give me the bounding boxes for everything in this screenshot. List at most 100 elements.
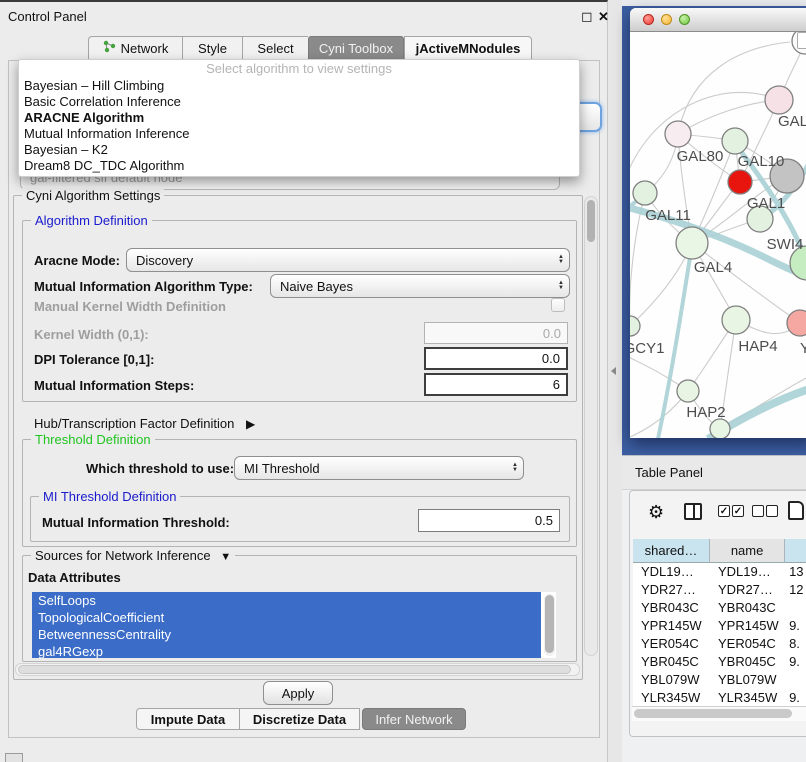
which-threshold-combo[interactable]: MI Threshold ▲▼	[234, 456, 524, 480]
sources-group-title[interactable]: Sources for Network Inference ▼	[31, 548, 235, 563]
list-vertical-scrollbar[interactable]	[544, 594, 555, 656]
table-row[interactable]: YDR27… YDR27… 12	[633, 581, 806, 599]
divider-collapse-icon[interactable]	[611, 367, 616, 375]
mi-type-value: Naive Bayes	[280, 279, 554, 294]
close-window-icon[interactable]	[643, 14, 654, 25]
settings-gear-icon[interactable]: ⚙	[648, 502, 664, 523]
network-node[interactable]	[728, 170, 752, 194]
algorithm-option-selected[interactable]: ARACNE Algorithm	[19, 110, 579, 126]
column-header-partial[interactable]	[785, 539, 806, 563]
tab-cyni-toolbox[interactable]: Cyni Toolbox	[308, 36, 404, 60]
mi-threshold-definition-title: MI Threshold Definition	[39, 489, 180, 504]
tab-impute-data[interactable]: Impute Data	[136, 708, 240, 730]
expand-right-icon: ▶	[246, 417, 255, 431]
table-row[interactable]: YBR043C YBR043C	[633, 599, 806, 617]
column-header-name[interactable]: name	[710, 539, 785, 563]
tab-discretize-data[interactable]: Discretize Data	[240, 708, 360, 730]
column-header-shared-name[interactable]: shared…	[633, 539, 710, 563]
network-node[interactable]	[676, 227, 708, 259]
mi-type-combo[interactable]: Naive Bayes ▲▼	[270, 274, 570, 298]
tab-infer-network[interactable]: Infer Network	[362, 708, 466, 730]
panel-title: Control Panel	[8, 9, 87, 24]
algorithm-option[interactable]: Mutual Information Inference	[19, 126, 579, 142]
minimize-window-icon[interactable]	[661, 14, 672, 25]
table-row[interactable]: YBL079W YBL079W	[633, 671, 806, 689]
table-toolbar: ⚙ ✓ ✓	[630, 491, 806, 537]
table-row[interactable]: YBR045C YBR045C 9.	[633, 653, 806, 671]
mi-threshold-field[interactable]: 0.5	[418, 509, 560, 532]
control-panel-tabbar: Network Style Select Cyni Toolbox jActiv…	[0, 36, 608, 60]
column-layout-icon[interactable]	[684, 503, 702, 520]
apply-button[interactable]: Apply	[263, 681, 333, 705]
settings-horizontal-scrollbar[interactable]	[15, 663, 580, 676]
table-horizontal-scrollbar[interactable]	[632, 706, 806, 721]
list-item[interactable]: TopologicalCoefficient	[32, 609, 541, 626]
dpi-tolerance-value: 0.0	[542, 351, 560, 366]
table-row[interactable]: YDL19… YDL19… 13	[633, 563, 806, 581]
network-node[interactable]	[722, 306, 750, 334]
node-label: GAL4	[694, 259, 732, 276]
table-row[interactable]: YER054C YER054C 8.	[633, 635, 806, 653]
new-table-icon[interactable]	[788, 501, 804, 520]
tab-network[interactable]: Network	[88, 36, 182, 60]
data-attributes-list[interactable]: SelfLoops TopologicalCoefficient Between…	[32, 592, 556, 658]
network-node[interactable]	[665, 121, 691, 147]
table-row[interactable]: YPR145W YPR145W 9.	[633, 617, 806, 635]
node-label: HAP4	[738, 338, 777, 355]
node-label: GAL10	[738, 153, 785, 170]
algorithm-dropdown-popup: Select algorithm to view settings Bayesi…	[18, 59, 580, 177]
scrollbar-thumb[interactable]	[634, 709, 792, 718]
algorithm-option[interactable]: Bayesian – Hill Climbing	[19, 78, 579, 94]
network-view-window: GAL GAL80 GAL10 GAL1 GAL11 SWI4 GAL4 GCY…	[630, 8, 806, 438]
node-label: GAL11	[645, 207, 691, 224]
aracne-mode-combo[interactable]: Discovery ▲▼	[126, 248, 570, 272]
tab-select[interactable]: Select	[242, 36, 308, 60]
tab-style[interactable]: Style	[182, 36, 242, 60]
node-label: GAL1	[747, 195, 785, 212]
network-node[interactable]	[787, 310, 806, 336]
scrollbar-thumb[interactable]	[587, 200, 595, 242]
settings-vertical-scrollbar[interactable]	[584, 196, 598, 656]
screen: Control Panel ◻ ✕ Network Styl	[0, 0, 806, 762]
tab-network-label: Network	[121, 41, 169, 56]
mi-steps-field[interactable]: 6	[424, 373, 568, 396]
float-panel-icon[interactable]: ◻	[581, 8, 593, 25]
list-item[interactable]: BetweennessCentrality	[32, 626, 541, 643]
table-panel-title: Table Panel	[635, 465, 703, 480]
list-item[interactable]: SelfLoops	[32, 592, 541, 609]
network-canvas[interactable]: GAL GAL80 GAL10 GAL1 GAL11 SWI4 GAL4 GCY…	[630, 32, 806, 438]
combo-arrows-icon: ▲▼	[554, 281, 564, 291]
algorithm-option[interactable]: Bayesian – K2	[19, 142, 579, 158]
dpi-tolerance-field[interactable]: 0.0	[424, 347, 568, 370]
scrollbar-thumb[interactable]	[18, 665, 571, 674]
network-graph: GAL GAL80 GAL10 GAL1 GAL11 SWI4 GAL4 GCY…	[630, 32, 806, 438]
zoom-window-icon[interactable]	[679, 14, 690, 25]
scrollbar-thumb[interactable]	[545, 595, 554, 653]
kernel-width-field[interactable]: 0.0	[424, 322, 568, 344]
tab-jactivemnodules[interactable]: jActiveMNodules	[404, 36, 532, 60]
split-divider[interactable]	[608, 0, 622, 762]
top-strip	[622, 0, 806, 6]
data-attributes-label: Data Attributes	[28, 570, 121, 585]
network-window-titlebar[interactable]	[630, 8, 806, 32]
mi-threshold-value: 0.5	[535, 513, 553, 528]
network-node[interactable]	[710, 419, 730, 438]
network-node[interactable]	[630, 316, 640, 336]
dpi-tolerance-label: DPI Tolerance [0,1]:	[34, 352, 154, 367]
algorithm-option[interactable]: Dream8 DC_TDC Algorithm	[19, 158, 579, 174]
node-label: Y	[800, 340, 806, 357]
deselect-all-icon[interactable]	[752, 505, 778, 517]
manual-kernel-checkbox[interactable]	[551, 298, 565, 312]
select-all-icon[interactable]: ✓ ✓	[718, 505, 744, 517]
hub-definition-label: Hub/Transcription Factor Definition	[34, 416, 234, 431]
table-row[interactable]: YLR345W YLR345W 9.	[633, 689, 806, 707]
network-node[interactable]	[677, 380, 699, 402]
network-node[interactable]	[765, 86, 793, 114]
network-node[interactable]	[633, 181, 657, 205]
table-subwindow: ⚙ ✓ ✓ shared… name	[629, 490, 806, 737]
canvas-widget-partial[interactable]	[797, 32, 806, 49]
algorithm-option[interactable]: Basic Correlation Inference	[19, 94, 579, 110]
panel-grip[interactable]	[5, 753, 23, 762]
list-item[interactable]: gal4RGexp	[32, 643, 541, 658]
network-node[interactable]	[722, 128, 748, 154]
